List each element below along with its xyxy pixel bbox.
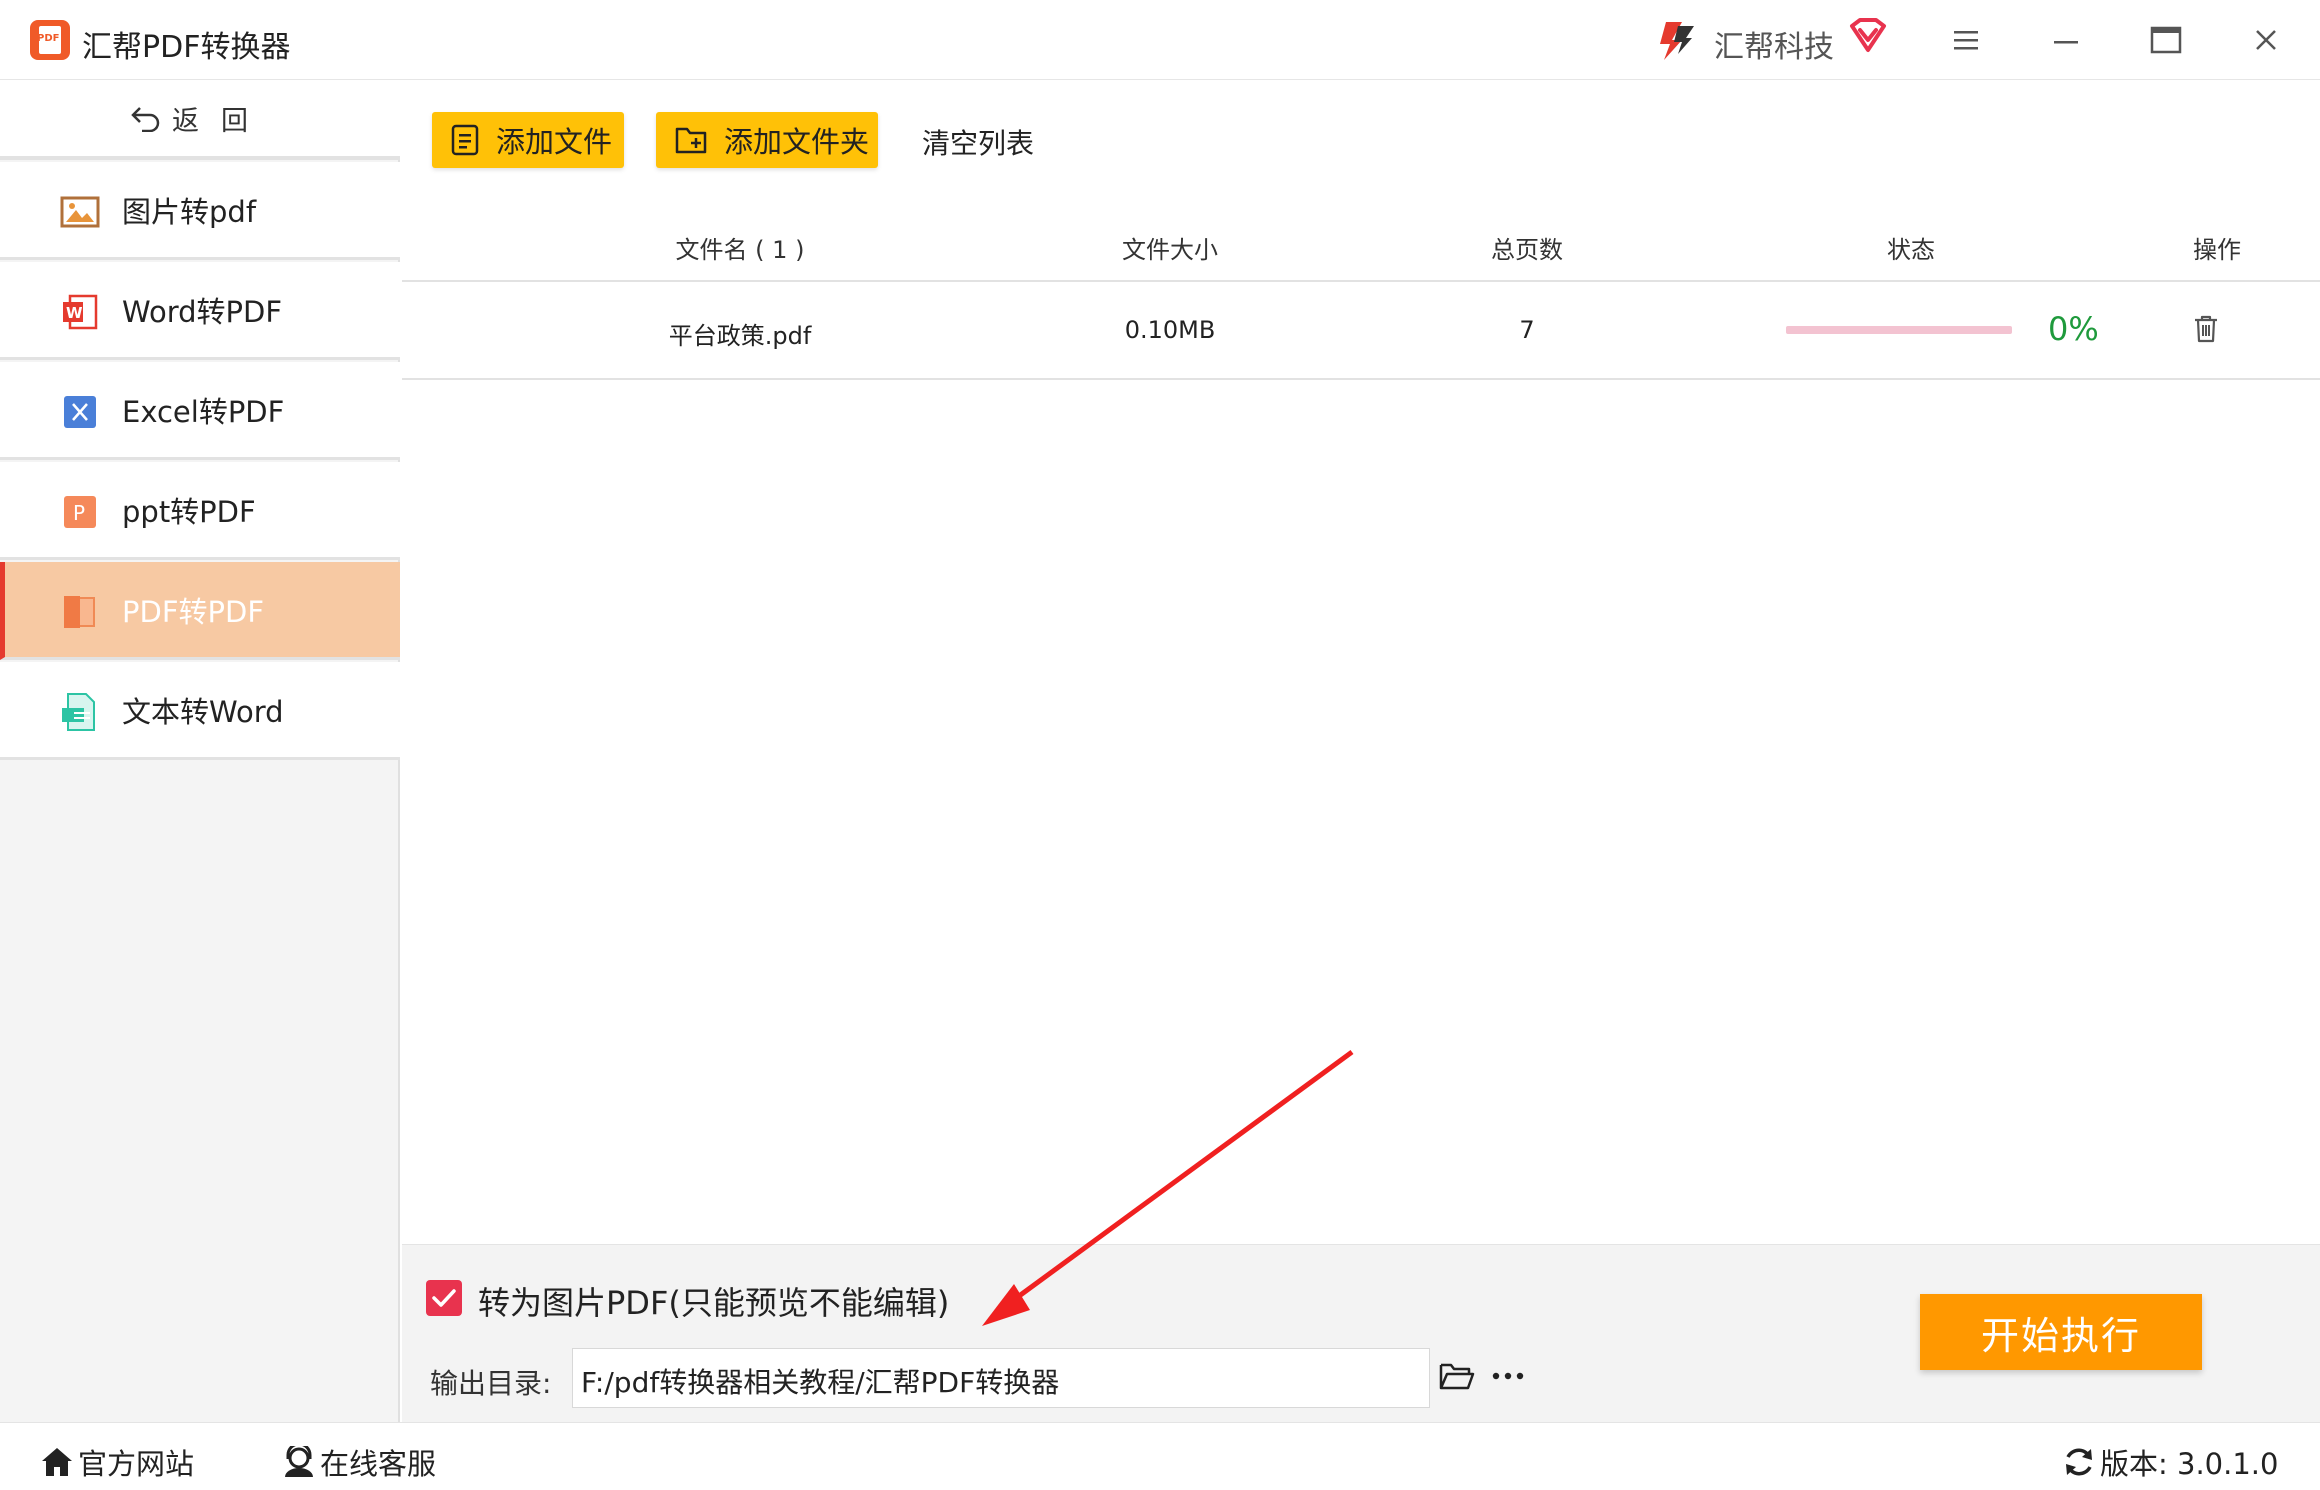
column-header-name: 文件名 ( 1 ) [675, 236, 805, 264]
official-website-link[interactable]: 官方网站 [40, 1441, 194, 1483]
file-name-cell: 平台政策.pdf [668, 322, 812, 350]
sidebar-item-pdf-to-pdf[interactable]: PDF转PDF [0, 562, 400, 660]
app-title: 汇帮PDF转换器 [82, 30, 291, 65]
ppt-icon: P [64, 496, 96, 528]
svg-text:P: P [73, 501, 85, 525]
online-support-link[interactable]: 在线客服 [282, 1441, 436, 1483]
output-dir-label: 输出目录: [430, 1367, 552, 1400]
sidebar-item-label: 图片转pdf [122, 194, 257, 229]
refresh-icon [2066, 1448, 2092, 1476]
image-pdf-checkbox[interactable] [426, 1280, 462, 1316]
menu-button[interactable] [1946, 20, 1986, 60]
column-header-status: 状态 [1887, 236, 1935, 264]
sidebar-item-label: ppt转PDF [122, 494, 256, 529]
column-header-action: 操作 [2193, 236, 2241, 264]
svg-text:W: W [66, 304, 83, 322]
sidebar-item-text-to-word[interactable]: 文本转Word [0, 662, 400, 760]
column-header-size: 文件大小 [1122, 236, 1218, 264]
sidebar-item-label: Word转PDF [122, 294, 283, 329]
sidebar-item-label: PDF转PDF [122, 594, 264, 629]
excel-icon [64, 396, 96, 428]
browse-folder-icon[interactable] [1438, 1360, 1476, 1392]
add-file-button[interactable]: 添加文件 [432, 112, 624, 168]
back-button[interactable]: 返回 [0, 80, 400, 160]
sidebar-item-ppt-to-pdf[interactable]: P ppt转PDF [0, 462, 400, 560]
file-table-header: 文件名 ( 1 ) 文件大小 总页数 状态 操作 [402, 210, 2320, 282]
progress-bar [1786, 326, 2012, 334]
column-header-pages: 总页数 [1491, 236, 1563, 264]
brand-logo-icon [1660, 22, 1694, 60]
add-folder-icon [675, 127, 707, 154]
pdf-icon [64, 596, 95, 628]
progress-percent: 0% [2048, 310, 2099, 348]
sidebar-item-image-to-pdf[interactable]: 图片转pdf [0, 162, 400, 260]
minimize-button[interactable] [2046, 20, 2086, 60]
title-bar: PDF 汇帮PDF转换器 汇帮科技 [0, 0, 2320, 80]
minimize-icon [2054, 41, 2078, 44]
app-logo-text: PDF [37, 33, 60, 44]
image-pdf-label: 转为图片PDF(只能预览不能编辑) [478, 1284, 950, 1322]
vip-diamond-icon[interactable] [1848, 18, 1888, 54]
sidebar-item-label: Excel转PDF [122, 394, 285, 429]
page-count-cell: 7 [1519, 316, 1535, 344]
home-icon [42, 1448, 72, 1476]
check-update-button[interactable]: 版本: 3.0.1.0 [2062, 1441, 2278, 1483]
image-icon [60, 196, 100, 228]
back-arrow-icon [131, 107, 160, 132]
table-row[interactable]: 平台政策.pdf 0.10MB 7 0% [402, 282, 2320, 380]
add-file-icon [451, 124, 479, 156]
delete-file-button[interactable] [2192, 314, 2220, 344]
maximize-button[interactable] [2146, 20, 2186, 60]
output-dir-field[interactable]: F:/pdf转换器相关教程/汇帮PDF转换器 [572, 1348, 1430, 1408]
add-file-label: 添加文件 [496, 125, 613, 159]
sidebar-item-word-to-pdf[interactable]: W Word转PDF [0, 262, 400, 360]
version-label: 版本: 3.0.1.0 [2100, 1447, 2279, 1481]
file-size-cell: 0.10MB [1124, 316, 1216, 344]
app-logo-icon: PDF [30, 20, 70, 60]
back-label: 返回 [172, 105, 270, 137]
add-folder-button[interactable]: 添加文件夹 [656, 112, 878, 168]
online-support-label: 在线客服 [320, 1447, 437, 1481]
support-agent-icon [285, 1446, 313, 1477]
word-icon: W [63, 294, 98, 330]
sidebar-item-excel-to-pdf[interactable]: Excel转PDF [0, 362, 400, 460]
start-button[interactable]: 开始执行 [1920, 1294, 2202, 1370]
sidebar-item-label: 文本转Word [122, 694, 284, 729]
add-folder-label: 添加文件夹 [724, 125, 870, 159]
close-button[interactable] [2246, 20, 2286, 60]
text-doc-icon [62, 693, 95, 731]
close-icon [2256, 30, 2276, 50]
sidebar: 返回 图片转pdf W Word转PDF Excel转PDF P ppt转PDF [0, 80, 400, 1422]
brand-name: 汇帮科技 [1714, 30, 1834, 65]
clear-list-button[interactable]: 清空列表 [922, 122, 1034, 162]
official-website-label: 官方网站 [78, 1447, 195, 1481]
maximize-icon [2150, 26, 2182, 54]
checkmark-icon [432, 1289, 456, 1307]
status-bar: 官方网站 在线客服 版本: 3.0.1.0 [0, 1422, 2320, 1490]
menu-icon [1954, 31, 1978, 50]
more-options-icon[interactable] [1490, 1364, 1526, 1388]
